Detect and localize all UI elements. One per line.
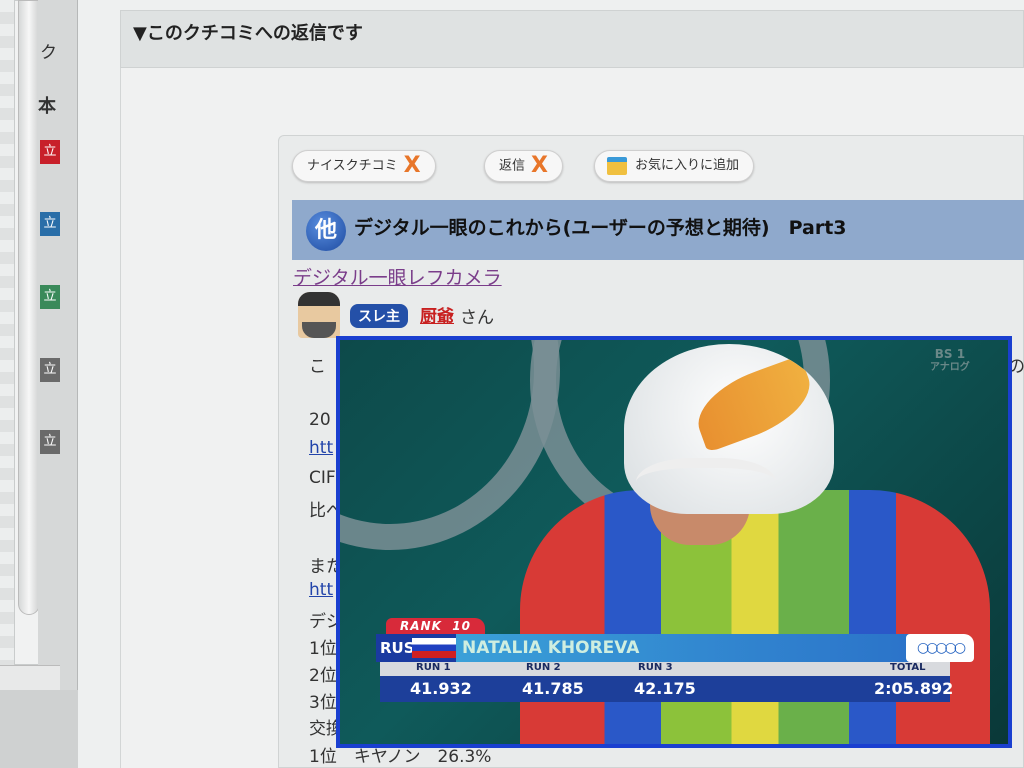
resize-bar[interactable] xyxy=(0,665,60,690)
tv-video-overlay[interactable]: BS 1 アナログ RANK 10 RUS NATALIA KHOREVA ○○○… xyxy=(336,336,1012,748)
athlete-suit xyxy=(520,490,990,744)
russia-flag-icon xyxy=(412,638,456,658)
thread-title: デジタル一眼のこれから(ユーザーの予想と期待) Part3 xyxy=(292,200,1024,260)
body-text: 1位 xyxy=(309,639,337,659)
rank-value: 10 xyxy=(452,619,471,633)
body-text: 3位 xyxy=(309,693,337,713)
athlete-name: NATALIA KHOREVA xyxy=(462,638,640,658)
channel-logo: BS 1 アナログ xyxy=(930,348,970,374)
run3-time: 42.175 xyxy=(634,679,696,698)
thread-owner-badge: スレ主 xyxy=(350,304,408,328)
olympic-rings-icon: ○○○○○ xyxy=(906,634,974,662)
nice-label: ナイスクチコミ xyxy=(307,158,398,174)
body-link[interactable]: htt xyxy=(309,438,333,458)
reply-label: 返信 xyxy=(499,158,526,174)
run1-header: RUN 1 xyxy=(416,662,451,673)
side-tab-gray[interactable]: 立 xyxy=(40,430,60,454)
x-icon: X xyxy=(403,153,421,178)
favorite-label: お気に入りに追加 xyxy=(635,158,740,173)
country-code: RUS xyxy=(380,639,415,657)
side-tab-gray[interactable]: 立 xyxy=(40,358,60,382)
body-text: CIF xyxy=(309,468,336,488)
side-tab-blue[interactable]: 立 xyxy=(40,212,60,236)
helmet-visor xyxy=(636,458,776,518)
folder-icon xyxy=(607,156,627,175)
side-char: ク xyxy=(40,43,57,63)
side-tab-red[interactable]: 立 xyxy=(40,140,60,164)
rank-label: RANK xyxy=(400,619,442,633)
honorific: さん xyxy=(460,308,494,328)
username-link[interactable]: 厨爺 xyxy=(420,302,454,327)
athlete-name-bar: RUS NATALIA KHOREVA xyxy=(376,634,946,662)
body-link[interactable]: htt xyxy=(309,580,333,600)
results-value-row: 41.932 41.785 42.175 2:05.892 xyxy=(380,676,954,702)
side-char: 本 xyxy=(38,96,56,117)
desktop-background xyxy=(0,690,80,768)
category-link[interactable]: デジタル一眼レフカメラ xyxy=(293,263,502,290)
body-text: こ xyxy=(309,357,326,377)
results-header-row: RUN 1 RUN 2 RUN 3 TOTAL xyxy=(380,662,950,676)
run2-header: RUN 2 xyxy=(526,662,561,673)
olympic-ring-decoration xyxy=(340,340,560,550)
rank-tag: RANK 10 xyxy=(386,618,485,634)
nice-review-button[interactable]: ナイスクチコミ X xyxy=(292,150,436,182)
run1-time: 41.932 xyxy=(410,679,472,698)
side-tab-column: ク 本 立 立 立 立 立 xyxy=(38,0,78,690)
side-tab-green[interactable]: 立 xyxy=(40,285,60,309)
category-badge-icon: 他 xyxy=(306,211,346,251)
avatar[interactable] xyxy=(298,292,340,338)
channel-name: BS 1 xyxy=(934,347,966,361)
run3-header: RUN 3 xyxy=(638,662,673,673)
x-icon: X xyxy=(531,153,548,178)
total-header: TOTAL xyxy=(890,662,926,673)
reply-section-header: ▼このクチコミへの返信です xyxy=(120,10,1024,68)
total-time: 2:05.892 xyxy=(874,679,954,698)
channel-sub: アナログ xyxy=(930,362,970,373)
reply-button[interactable]: 返信 X xyxy=(484,150,563,182)
body-text: 2位 xyxy=(309,666,337,686)
scrollbar-thumb[interactable] xyxy=(18,0,40,615)
run2-time: 41.785 xyxy=(522,679,584,698)
add-favorite-button[interactable]: お気に入りに追加 xyxy=(594,150,755,182)
body-text: 20 xyxy=(309,410,331,430)
